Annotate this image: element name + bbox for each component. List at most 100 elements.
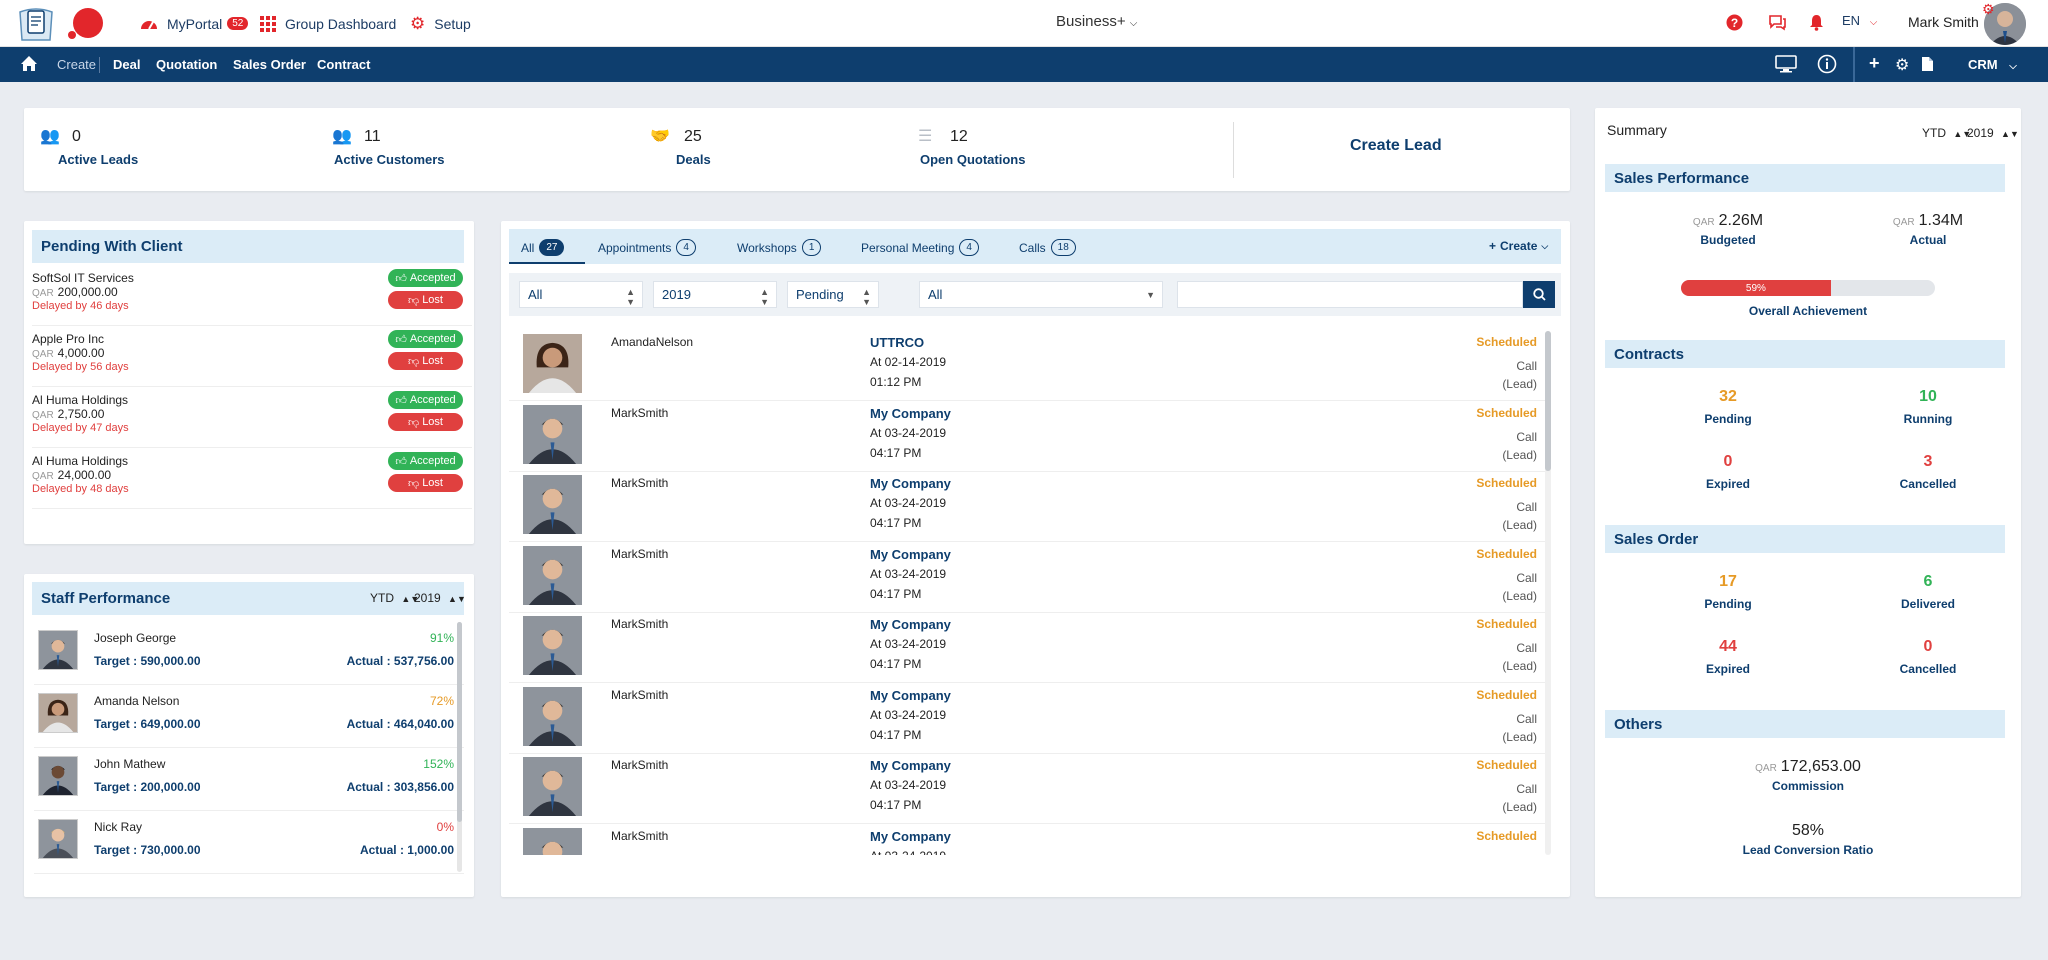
settings-gear-icon[interactable]: ⚙ — [1982, 1, 1995, 18]
client-name[interactable]: SoftSol IT Services — [32, 271, 134, 285]
language-dropdown[interactable]: EN ⌵ — [1842, 13, 1877, 28]
help-icon[interactable]: ? — [1726, 14, 1743, 31]
nav-sales-order[interactable]: Sales Order — [233, 57, 306, 72]
client-name[interactable]: Al Huma Holdings — [32, 393, 128, 407]
nav-create[interactable]: Create — [57, 57, 96, 72]
activity-type: Call — [1516, 782, 1537, 796]
staff-year-select[interactable]: 2019 ▲▼ — [414, 591, 466, 605]
contracts-pending[interactable]: 32 Pending — [1648, 388, 1808, 426]
user-name[interactable]: Mark Smith — [1908, 14, 1979, 30]
activity-company[interactable]: My Company — [870, 829, 951, 844]
accepted-button[interactable]: 👍︎ Accepted — [388, 269, 463, 287]
tab-appointments[interactable]: Appointments 4 — [598, 239, 696, 256]
activity-company[interactable]: My Company — [870, 547, 951, 562]
staff-percent: 0% — [436, 820, 454, 834]
client-name[interactable]: Al Huma Holdings — [32, 454, 128, 468]
activity-row[interactable]: MarkSmith My Company At 03-24-2019 04:17 PM… — [509, 472, 1545, 542]
commission-label: Commission — [1771, 779, 1844, 793]
activity-company[interactable]: UTTRCO — [870, 335, 924, 350]
nav-divider — [99, 57, 100, 73]
staff-row[interactable]: John Mathew Target : 200,000.00 152% Actual… — [34, 748, 464, 811]
staff-row[interactable]: Amanda Nelson Target : 649,000.00 72% Actua… — [34, 685, 464, 748]
activity-row[interactable]: MarkSmith My Company At 03-24-2019 04:17 PM… — [509, 402, 1545, 472]
lost-button[interactable]: 👎︎ Lost — [388, 474, 463, 492]
period-value: YTD — [370, 591, 394, 605]
activity-scrollbar[interactable] — [1545, 331, 1551, 855]
myportal-link[interactable]: MyPortal 52 — [140, 0, 249, 47]
nav-contract[interactable]: Contract — [317, 57, 370, 72]
tab-calls[interactable]: Calls 18 — [1019, 239, 1076, 256]
type-select[interactable]: All ▲ ▼ — [519, 281, 643, 308]
activity-row[interactable]: MarkSmith My Company At 03-24-2019 04:17 PM… — [509, 543, 1545, 613]
nav-quotation[interactable]: Quotation — [156, 57, 217, 72]
delay-text: Delayed by 56 days — [32, 361, 129, 373]
activity-company[interactable]: My Company — [870, 406, 951, 421]
accepted-button[interactable]: 👍︎ Accepted — [388, 330, 463, 348]
document-icon[interactable] — [1921, 56, 1934, 72]
tab-workshops[interactable]: Workshops 1 — [737, 239, 822, 256]
sales-order-expired[interactable]: 44 Expired — [1648, 638, 1808, 676]
home-icon[interactable] — [20, 55, 38, 72]
client-name[interactable]: Apple Pro Inc — [32, 332, 104, 346]
bell-icon[interactable] — [1809, 14, 1824, 31]
activity-search-input[interactable] — [1177, 281, 1523, 308]
summary-year-select[interactable]: 2019 ▲▼ — [1967, 126, 2019, 140]
activity-scroll-thumb[interactable] — [1545, 331, 1551, 471]
activity-row[interactable]: MarkSmith My Company At 03-24-2019 04:17 PM… — [509, 754, 1545, 824]
contracts-running[interactable]: 10 Running — [1848, 388, 2008, 426]
contracts-expired[interactable]: 0 Expired — [1648, 453, 1808, 491]
staff-scrollbar[interactable] — [457, 622, 462, 872]
tab-all[interactable]: All 27 — [521, 239, 565, 256]
nav-deal[interactable]: Deal — [113, 57, 140, 72]
plus-icon[interactable]: + — [1869, 53, 1880, 74]
crm-dropdown[interactable]: CRM ⌵ — [1968, 57, 2017, 72]
myportal-badge: 52 — [227, 17, 249, 30]
accepted-label: Accepted — [409, 455, 456, 467]
staff-scroll-thumb[interactable] — [457, 622, 462, 822]
activity-time: 04:17 PM — [870, 445, 922, 460]
setup-link[interactable]: ⚙ Setup — [410, 0, 471, 47]
activity-row[interactable]: MarkSmith My Company At 03-24-2019 Schedule… — [509, 825, 1545, 856]
create-lead-button[interactable]: Create Lead — [1350, 137, 1442, 155]
group-dashboard-link[interactable]: Group Dashboard — [260, 0, 396, 47]
activity-company[interactable]: My Company — [870, 476, 951, 491]
activity-company[interactable]: My Company — [870, 758, 951, 773]
info-icon[interactable] — [1817, 54, 1837, 74]
accepted-button[interactable]: 👍︎ Accepted — [388, 391, 463, 409]
status-select[interactable]: Pending ▲ ▼ — [787, 281, 879, 308]
staff-avatar — [38, 756, 78, 796]
accepted-button[interactable]: 👍︎ Accepted — [388, 452, 463, 470]
sales-order-cancelled[interactable]: 0 Cancelled — [1848, 638, 2008, 676]
activity-company[interactable]: My Company — [870, 688, 951, 703]
staff-row[interactable]: Joseph George Target : 590,000.00 91% Actua… — [34, 622, 464, 685]
activity-row[interactable]: AmandaNelson UTTRCO At 02-14-2019 01:12 PM S… — [509, 331, 1545, 401]
lost-button[interactable]: 👎︎ Lost — [388, 291, 463, 309]
pending-row: Al Huma Holdings QAR 2,750.00 Delayed by 47… — [32, 387, 472, 448]
owner-select[interactable]: All ▼ — [919, 281, 1163, 308]
tab-personal-meeting[interactable]: Personal Meeting 4 — [861, 239, 979, 256]
gears-icon: ⚙ — [410, 13, 426, 33]
summary-period-select[interactable]: YTD ▲▼ — [1922, 126, 1971, 140]
lost-button[interactable]: 👎︎ Lost — [388, 413, 463, 431]
activity-row[interactable]: MarkSmith My Company At 03-24-2019 04:17 PM… — [509, 684, 1545, 754]
monitor-icon[interactable] — [1775, 55, 1797, 73]
actual-label: Actual — [1909, 233, 1947, 247]
staff-row[interactable]: Nick Ray Target : 730,000.00 0% Actual : 1,… — [34, 811, 464, 874]
contracts-cancelled[interactable]: 3 Cancelled — [1848, 453, 2008, 491]
thumbs-up-icon: 👍︎ — [395, 455, 407, 468]
activity-company[interactable]: My Company — [870, 617, 951, 632]
gear-icon[interactable]: ⚙ — [1895, 55, 1909, 75]
lost-button[interactable]: 👎︎ Lost — [388, 352, 463, 370]
sales-order-delivered[interactable]: 6 Delivered — [1848, 573, 2008, 611]
app-logo-icon[interactable] — [16, 6, 56, 42]
activity-row[interactable]: MarkSmith My Company At 03-24-2019 04:17 PM… — [509, 613, 1545, 683]
staff-period-select[interactable]: YTD ▲▼ — [370, 591, 419, 605]
tab-count: 1 — [801, 239, 822, 256]
search-button[interactable] — [1523, 281, 1555, 308]
year-select[interactable]: 2019 ▲ ▼ — [653, 281, 777, 308]
sales-order-pending[interactable]: 17 Pending — [1648, 573, 1808, 611]
chat-icon[interactable] — [1768, 14, 1787, 31]
activity-type: Call — [1516, 853, 1537, 856]
create-activity-dropdown[interactable]: + Create ⌵ — [1489, 239, 1548, 253]
business-dropdown[interactable]: Business+ ⌵ — [1056, 13, 1137, 30]
